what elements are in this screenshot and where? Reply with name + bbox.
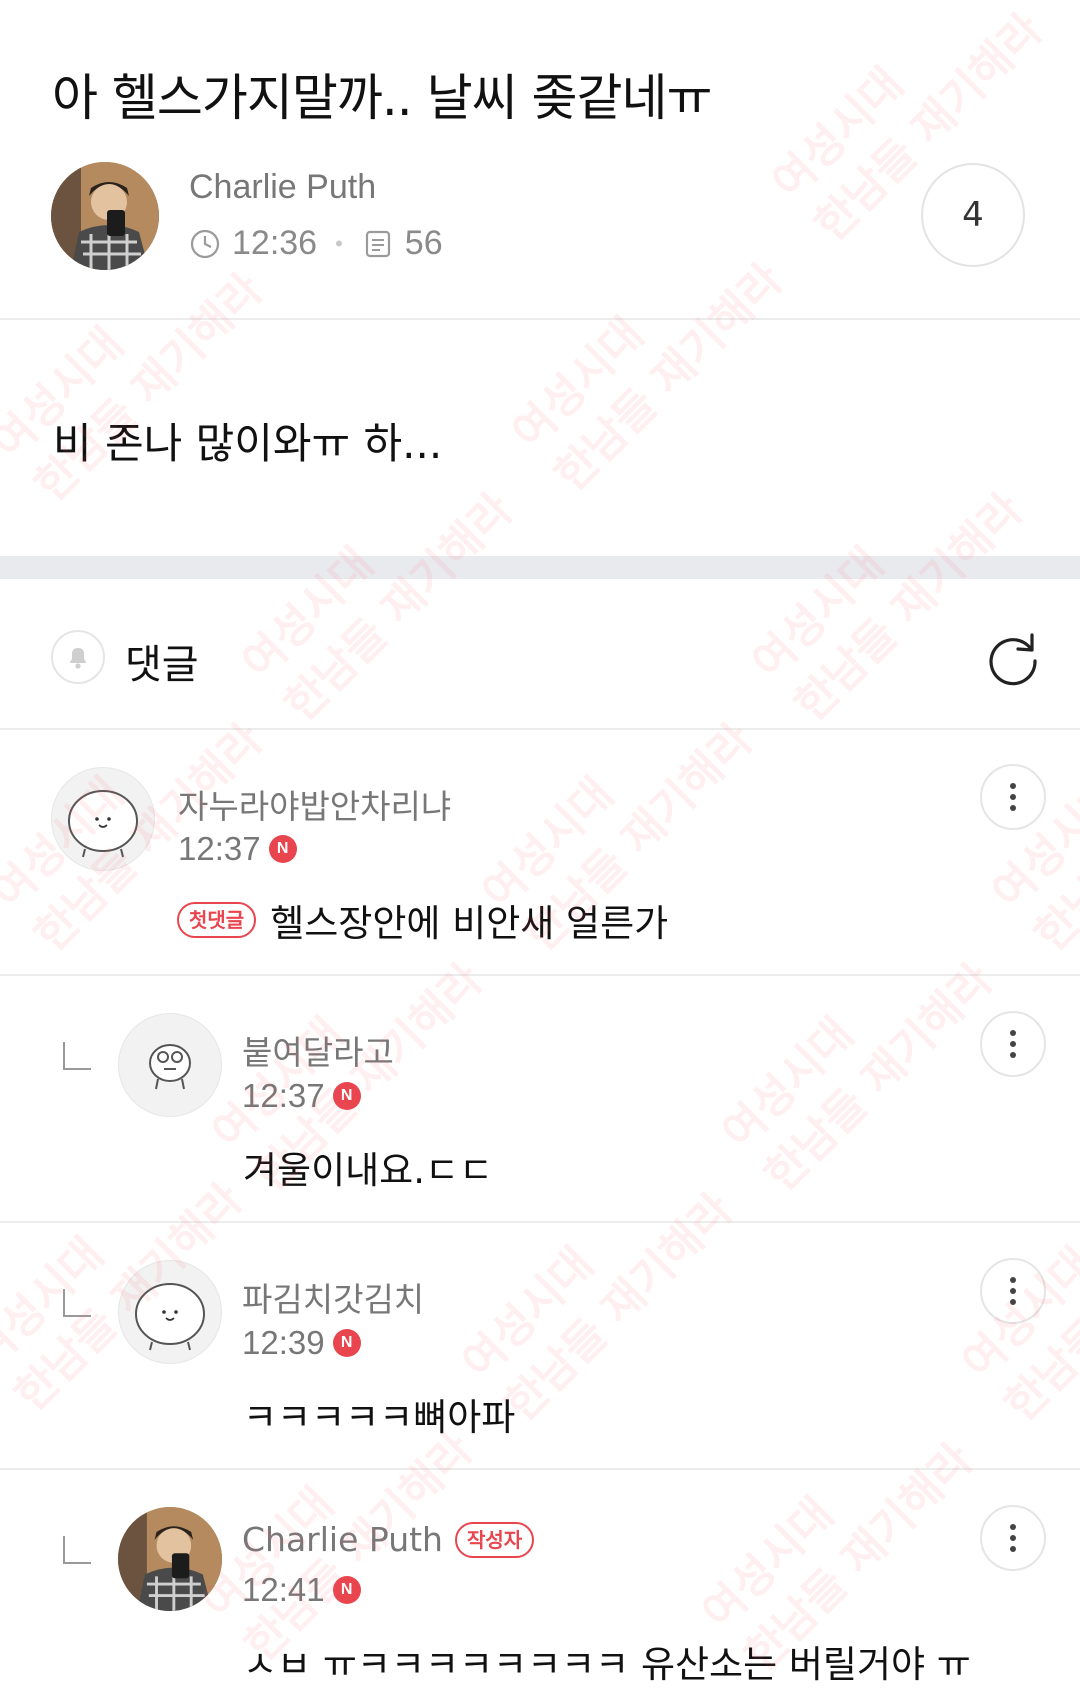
- character-icon: [149, 1044, 191, 1090]
- comment-author[interactable]: 파김치갓김치: [242, 1273, 424, 1321]
- more-vertical-icon: [1010, 1030, 1016, 1058]
- comment-time-row: 12:37 N: [242, 1077, 361, 1115]
- comment-text: 헬스장안에 비안새 얼른가: [270, 902, 669, 945]
- new-badge: N: [332, 1576, 361, 1604]
- comment-author[interactable]: 붙여달라고: [242, 1026, 394, 1074]
- comment-text-row: 첫댓글 헬스장안에 비안새 얼른가: [177, 893, 668, 947]
- post-body: 비 존나 많이와ㅠ 하...: [53, 419, 443, 468]
- author-avatar[interactable]: [51, 162, 159, 270]
- author-tag: 작성자: [454, 1521, 535, 1558]
- watermark-text: 여성시대한남들 재기해라: [712, 954, 1003, 1202]
- watermark-text: 여성시대한남들 재기해라: [742, 484, 1033, 732]
- comment-more-button[interactable]: [980, 1258, 1046, 1324]
- comment-time: 12:37: [178, 830, 261, 867]
- comment-time: 12:41: [242, 1571, 325, 1608]
- author-photo-icon: [51, 162, 159, 270]
- author-photo-icon: [118, 1507, 222, 1611]
- divider: [0, 1221, 1080, 1223]
- comment-avatar[interactable]: [118, 1013, 222, 1117]
- divider: [0, 974, 1080, 976]
- watermark-overlay: 여성시대 한남들 재기해라 여성시대 한남들 재기해라 여성시대 한남들 재기해라 여…: [0, 0, 1080, 1708]
- new-badge: N: [268, 835, 297, 863]
- comment-time-row: 12:39 N: [242, 1324, 361, 1362]
- comment-text: ㅅㅂ ㅠㅋㅋㅋㅋㅋㅋㅋㅋ 유산소는 버릴거야 ㅠ: [243, 1643, 971, 1686]
- meta-separator: •: [335, 230, 343, 256]
- comment-time-row: 12:37 N: [178, 830, 297, 868]
- reply-indicator-icon: [63, 1289, 91, 1317]
- comments-title: 댓글: [125, 642, 199, 688]
- new-badge: N: [332, 1082, 361, 1110]
- comment-time-row: 12:41 N: [242, 1571, 361, 1609]
- divider: [0, 1468, 1080, 1470]
- post-title: 아 헬스가지말까.. 날씨 좆같네ㅠ: [52, 69, 712, 127]
- comment-author[interactable]: 자누라야밥안차리냐: [178, 780, 451, 828]
- section-separator: [0, 556, 1080, 579]
- comment-author[interactable]: Charlie Puth: [242, 1520, 443, 1559]
- clock-icon: [188, 227, 222, 261]
- watermark-text: 여성시대한남들 재기해라: [0, 1174, 253, 1422]
- more-vertical-icon: [1010, 1524, 1016, 1552]
- author-name[interactable]: Charlie Puth: [189, 168, 376, 207]
- refresh-button[interactable]: [983, 627, 1043, 687]
- comment-avatar[interactable]: [51, 767, 155, 871]
- notification-bell-button[interactable]: [51, 630, 105, 684]
- comment-text: ㅋㅋㅋㅋㅋ뼈아파: [243, 1396, 516, 1439]
- comment-time: 12:37: [242, 1077, 325, 1114]
- reply-indicator-icon: [63, 1042, 91, 1070]
- divider: [0, 318, 1080, 320]
- first-comment-tag: 첫댓글: [177, 902, 257, 938]
- more-vertical-icon: [1010, 783, 1016, 811]
- comment-more-button[interactable]: [980, 1011, 1046, 1077]
- comment-avatar[interactable]: [118, 1260, 222, 1364]
- comment-more-button[interactable]: [980, 1505, 1046, 1571]
- refresh-icon: [989, 633, 1037, 686]
- more-vertical-icon: [1010, 1277, 1016, 1305]
- comment-count-button[interactable]: 4: [921, 163, 1025, 267]
- reply-indicator-icon: [63, 1536, 91, 1564]
- comment-author-row: Charlie Puth 작성자: [242, 1520, 535, 1559]
- divider: [0, 728, 1080, 730]
- comment-time: 12:39: [242, 1324, 325, 1361]
- post-views: 56: [404, 224, 443, 262]
- bell-icon: [70, 648, 86, 669]
- seal-character-icon: [135, 1283, 205, 1351]
- comment-more-button[interactable]: [980, 764, 1046, 830]
- watermark-text: 여성시대한남들 재기해라: [232, 484, 523, 732]
- new-badge: N: [332, 1329, 361, 1357]
- views-icon: [361, 227, 395, 261]
- comment-text: 겨울이내요.ㄷㄷ: [243, 1149, 494, 1192]
- post-time: 12:36: [232, 224, 318, 262]
- comment-avatar[interactable]: [118, 1507, 222, 1611]
- watermark-text: 여성시대한남들 재기해라: [502, 254, 793, 502]
- post-meta: 12:36 • 56: [188, 224, 443, 263]
- seal-character-icon: [68, 790, 138, 858]
